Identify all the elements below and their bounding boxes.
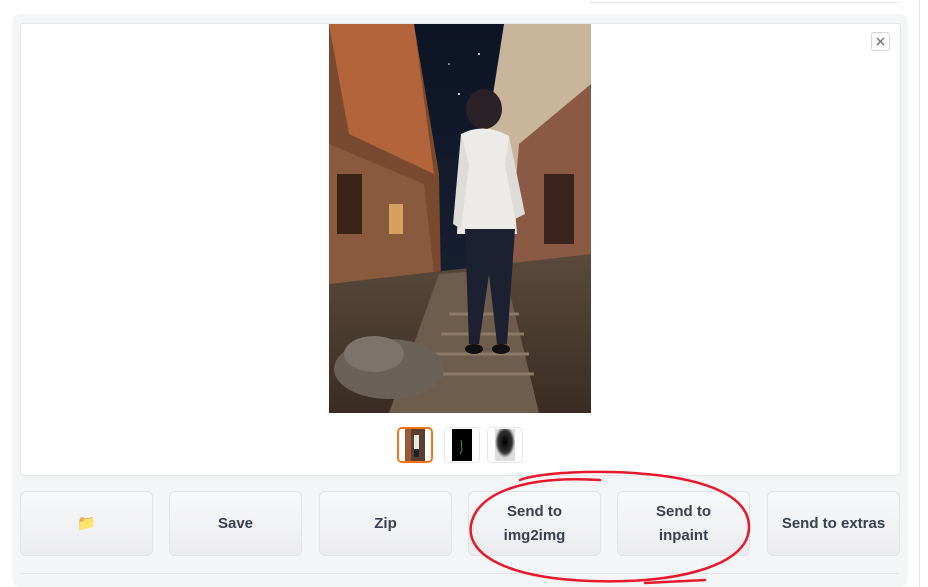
folder-icon: 📁 <box>77 514 96 532</box>
send-to-inpaint-button[interactable]: Send to inpaint <box>617 491 750 556</box>
save-button-label: Save <box>217 514 254 532</box>
send-to-img2img-button[interactable]: Send to img2img <box>468 491 601 556</box>
generated-image[interactable] <box>329 24 591 413</box>
thumbnail-2[interactable] <box>444 427 480 463</box>
send-to-img2img-label: Send to img2img <box>503 502 566 544</box>
thumbnail-3[interactable] <box>487 427 523 463</box>
open-folder-button[interactable]: 📁 <box>20 491 153 556</box>
thumbnail-1-selected[interactable] <box>397 427 433 463</box>
close-icon[interactable] <box>871 32 890 51</box>
send-to-extras-label: Send to extras <box>781 514 886 532</box>
zip-button[interactable]: Zip <box>319 491 452 556</box>
zip-button-label: Zip <box>374 514 397 532</box>
send-to-extras-button[interactable]: Send to extras <box>767 491 900 556</box>
panel-divider <box>20 573 899 574</box>
send-to-inpaint-label: Send to inpaint <box>656 502 711 544</box>
save-button[interactable]: Save <box>169 491 302 556</box>
scrollbar-track[interactable] <box>919 0 920 587</box>
top-border <box>590 0 900 3</box>
